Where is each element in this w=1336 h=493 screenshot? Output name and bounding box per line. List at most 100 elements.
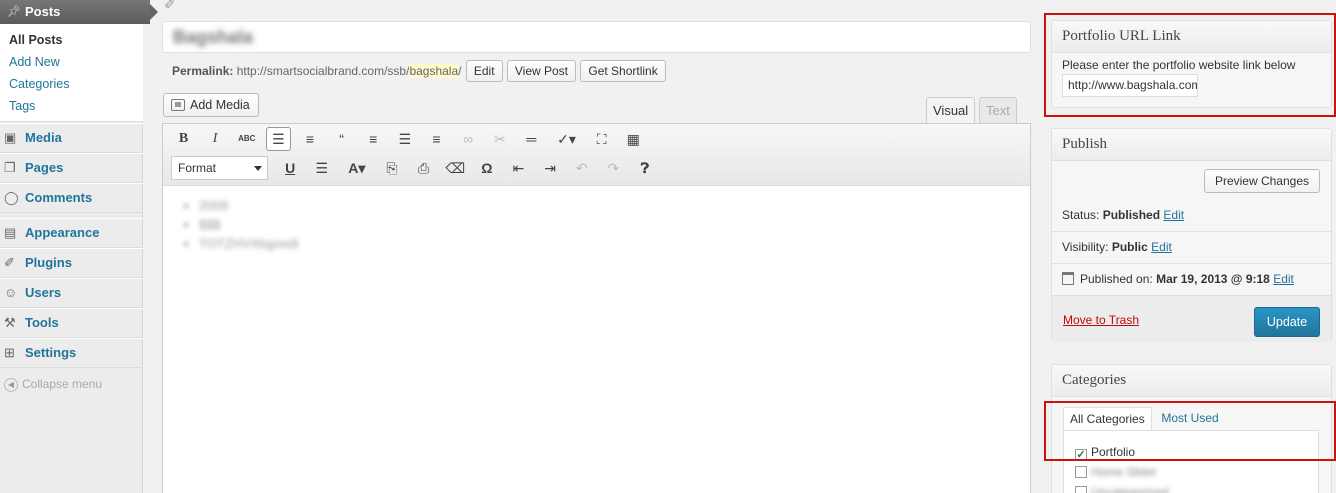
category-item[interactable]: Uncategorized <box>1075 483 1318 493</box>
published-on-value: Mar 19, 2013 @ 9:18 <box>1156 272 1270 286</box>
menu-comments[interactable]: ◯ Comments <box>0 183 143 213</box>
menu-pages-label: Pages <box>25 160 64 175</box>
add-media-button[interactable]: Add Media <box>163 93 259 117</box>
checkbox-icon[interactable] <box>1075 466 1087 478</box>
move-to-trash-link[interactable]: Move to Trash <box>1063 313 1139 327</box>
insert-more-icon[interactable]: ═ <box>519 127 544 151</box>
preview-changes-button[interactable]: Preview Changes <box>1203 169 1320 193</box>
justify-icon[interactable]: ☰ <box>309 156 334 180</box>
categories-box: Categories All Categories Most Used ✓ Por… <box>1051 364 1332 493</box>
editor-content-area[interactable]: 2009 $$$ TOTZHVXbgoodi <box>163 186 1030 253</box>
collapse-menu-label: Collapse menu <box>22 377 103 391</box>
appearance-icon: ▤ <box>4 225 17 240</box>
help-icon[interactable]: ❓︎ <box>633 156 658 180</box>
category-label: Uncategorized <box>1091 485 1169 493</box>
clear-formatting-icon[interactable]: ⌫ <box>443 156 468 180</box>
menu-plugins[interactable]: ✐ Plugins <box>0 248 143 278</box>
status-value: Published <box>1102 208 1161 222</box>
paste-word-icon[interactable]: ⎙ <box>411 156 436 180</box>
portfolio-description: Please enter the portfolio website link … <box>1062 58 1296 72</box>
menu-pages[interactable]: ❐ Pages <box>0 153 143 183</box>
publish-box-title: Publish <box>1052 129 1331 161</box>
menu-appearance-label: Appearance <box>25 225 100 240</box>
redo-icon[interactable]: ↷ <box>601 156 626 180</box>
submenu-tags[interactable]: Tags <box>0 98 143 120</box>
align-right-icon[interactable]: ≡ <box>424 127 449 151</box>
menu-tools[interactable]: ⚒ Tools <box>0 308 143 338</box>
view-post-button[interactable]: View Post <box>506 60 577 82</box>
category-label: Home Slider <box>1091 465 1158 479</box>
kitchen-sink-icon[interactable]: ▦ <box>621 127 646 151</box>
editor-toolbar: B I ABC ☰ ≡ “ ≡ ☰ ≡ ∞ ✂ ═ ✓▾ ⛶ ▦ Format … <box>163 124 1030 186</box>
numbered-list-icon[interactable]: ≡ <box>298 127 323 151</box>
align-center-icon[interactable]: ☰ <box>392 127 417 151</box>
add-media-icon <box>171 99 185 111</box>
edit-status-link[interactable]: Edit <box>1163 208 1184 222</box>
add-media-label: Add Media <box>190 98 250 112</box>
publish-actions: Move to Trash Update <box>1052 295 1331 342</box>
special-character-icon[interactable]: Ω <box>474 156 499 180</box>
insert-link-icon[interactable]: ∞ <box>456 127 481 151</box>
toolbar-row-1: B I ABC ☰ ≡ “ ≡ ☰ ≡ ∞ ✂ ═ ✓▾ ⛶ ▦ <box>171 127 649 153</box>
permalink-slug[interactable]: bagshala <box>409 64 459 78</box>
pages-icon: ❐ <box>4 160 16 175</box>
bullet-list-icon[interactable]: ☰ <box>265 127 291 151</box>
menu-settings[interactable]: ⊞ Settings <box>0 338 143 368</box>
menu-media-label: Media <box>25 130 62 145</box>
edit-visibility-link[interactable]: Edit <box>1151 240 1172 254</box>
text-color-icon[interactable]: A▾ <box>341 156 373 180</box>
format-select[interactable]: Format <box>171 156 268 180</box>
checkbox-checked-icon[interactable]: ✓ <box>1075 449 1087 461</box>
calendar-icon <box>1062 272 1074 285</box>
submenu-all-posts[interactable]: All Posts <box>0 32 143 54</box>
indent-icon[interactable]: ⇥ <box>538 156 563 180</box>
permalink-trailing: / <box>458 64 462 78</box>
toolbar-row-2: Format U ☰ A▾ ⎘ ⎙ ⌫ Ω ⇤ ⇥ ↶ ↷ ❓︎ <box>171 156 661 182</box>
edit-date-link[interactable]: Edit <box>1273 272 1294 286</box>
underline-icon[interactable]: U <box>278 156 303 180</box>
divider <box>1052 263 1331 264</box>
pushpin-icon: 📌︎ <box>7 6 21 18</box>
categories-list: ✓ Portfolio Home Slider Uncategorized <box>1063 430 1319 493</box>
get-shortlink-button[interactable]: Get Shortlink <box>580 60 666 82</box>
strikethrough-icon[interactable]: ABC <box>234 127 259 151</box>
spellcheck-icon[interactable]: ✓▾ <box>551 127 583 151</box>
settings-icon: ⊞ <box>4 345 15 360</box>
permalink-base-url[interactable]: http://smartsocialbrand.com/ssb/ <box>237 64 410 78</box>
menu-media[interactable]: ▣ Media <box>0 123 143 153</box>
menu-posts[interactable]: 📌︎ Posts <box>0 0 158 24</box>
outdent-icon[interactable]: ⇤ <box>506 156 531 180</box>
published-on-label: Published on: <box>1080 272 1153 286</box>
edit-permalink-button[interactable]: Edit <box>465 60 503 82</box>
paste-text-icon[interactable]: ⎘ <box>380 156 405 180</box>
tab-visual[interactable]: Visual <box>926 97 976 124</box>
category-item[interactable]: ✓ Portfolio <box>1075 443 1318 463</box>
submenu-add-new[interactable]: Add New <box>0 54 143 76</box>
collapse-menu[interactable]: ◀ Collapse menu <box>4 377 102 392</box>
menu-appearance[interactable]: ▤ Appearance <box>0 218 143 248</box>
menu-plugins-label: Plugins <box>25 255 72 270</box>
fullscreen-icon[interactable]: ⛶ <box>589 127 614 151</box>
tab-most-used[interactable]: Most Used <box>1155 407 1224 431</box>
menu-comments-label: Comments <box>25 190 93 205</box>
submenu-categories[interactable]: Categories <box>0 76 143 98</box>
category-item[interactable]: Home Slider <box>1075 463 1318 483</box>
unlink-icon[interactable]: ✂ <box>487 127 512 151</box>
undo-icon[interactable]: ↶ <box>569 156 594 180</box>
bold-icon[interactable]: B <box>171 127 196 151</box>
blockquote-icon[interactable]: “ <box>329 127 354 151</box>
tools-icon: ⚒ <box>4 315 16 330</box>
align-left-icon[interactable]: ≡ <box>361 127 386 151</box>
update-button[interactable]: Update <box>1254 307 1320 337</box>
visibility-value: Public <box>1111 240 1148 254</box>
comments-icon: ◯ <box>4 190 19 205</box>
status-row: Status: Published Edit <box>1062 208 1184 222</box>
post-title-input[interactable]: Bagshala <box>162 21 1031 53</box>
tab-all-categories[interactable]: All Categories <box>1063 407 1152 431</box>
tab-text[interactable]: Text <box>979 97 1017 124</box>
menu-users[interactable]: ☺ Users <box>0 278 143 308</box>
italic-icon[interactable]: I <box>203 127 228 151</box>
portfolio-url-box: Portfolio URL Link Please enter the port… <box>1051 20 1332 108</box>
portfolio-url-input[interactable]: http://www.bagshala.com <box>1062 74 1198 97</box>
checkbox-icon[interactable] <box>1075 486 1087 493</box>
